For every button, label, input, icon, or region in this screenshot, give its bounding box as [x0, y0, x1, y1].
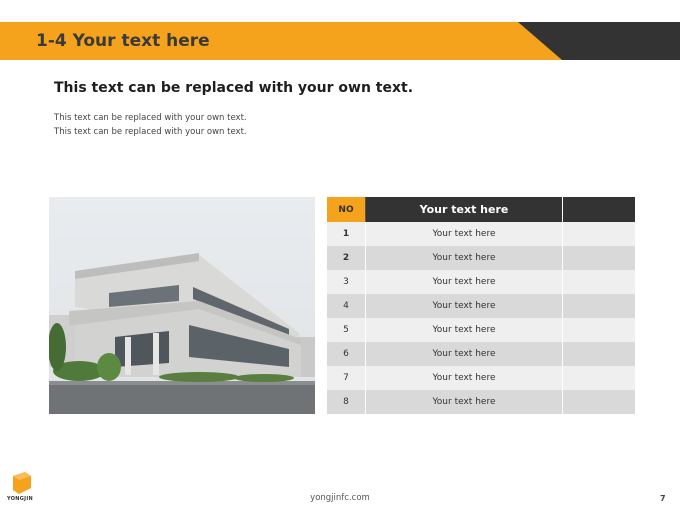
row-number: 8: [327, 390, 366, 414]
row-number: 6: [327, 342, 366, 366]
row-number: 4: [327, 294, 366, 318]
header-cell-no: NO: [327, 197, 366, 222]
row-number: 3: [327, 270, 366, 294]
table-row: 7 Your text here: [327, 366, 635, 390]
building-photo: [48, 197, 315, 414]
row-text: Your text here: [365, 246, 563, 270]
page-number: 7: [660, 494, 666, 503]
row-text: Your text here: [365, 270, 563, 294]
section-heading: This text can be replaced with your own …: [54, 80, 414, 96]
row-extra: [562, 270, 635, 294]
table-row: 2 Your text here: [327, 246, 635, 270]
footer-url: yongjinfc.com: [310, 493, 370, 503]
row-text: Your text here: [365, 222, 563, 246]
table-header-row: NO Your text here: [327, 197, 635, 222]
table-row: 3 Your text here: [327, 270, 635, 294]
row-extra: [562, 342, 635, 366]
row-extra: [562, 366, 635, 390]
row-text: Your text here: [365, 366, 563, 390]
row-number: 2: [327, 246, 366, 270]
header-cell-text: Your text here: [365, 197, 563, 222]
body-text-line-1: This text can be replaced with your own …: [54, 113, 247, 123]
row-text: Your text here: [365, 294, 563, 318]
row-text: Your text here: [365, 318, 563, 342]
row-extra: [562, 318, 635, 342]
header-cell-extra: [562, 197, 635, 222]
table-row: 6 Your text here: [327, 342, 635, 366]
row-text: Your text here: [365, 342, 563, 366]
row-text: Your text here: [365, 390, 563, 414]
data-table: NO Your text here 1 Your text here 2 You…: [327, 197, 635, 414]
table-row: 1 Your text here: [327, 222, 635, 246]
row-number: 5: [327, 318, 366, 342]
row-extra: [562, 222, 635, 246]
row-extra: [562, 246, 635, 270]
table-row: 5 Your text here: [327, 318, 635, 342]
row-extra: [562, 390, 635, 414]
table-row: 8 Your text here: [327, 390, 635, 414]
body-text-line-2: This text can be replaced with your own …: [54, 127, 247, 137]
row-extra: [562, 294, 635, 318]
table-row: 4 Your text here: [327, 294, 635, 318]
row-number: 1: [327, 222, 366, 246]
row-number: 7: [327, 366, 366, 390]
page-title: 1-4 Your text here: [36, 31, 210, 51]
